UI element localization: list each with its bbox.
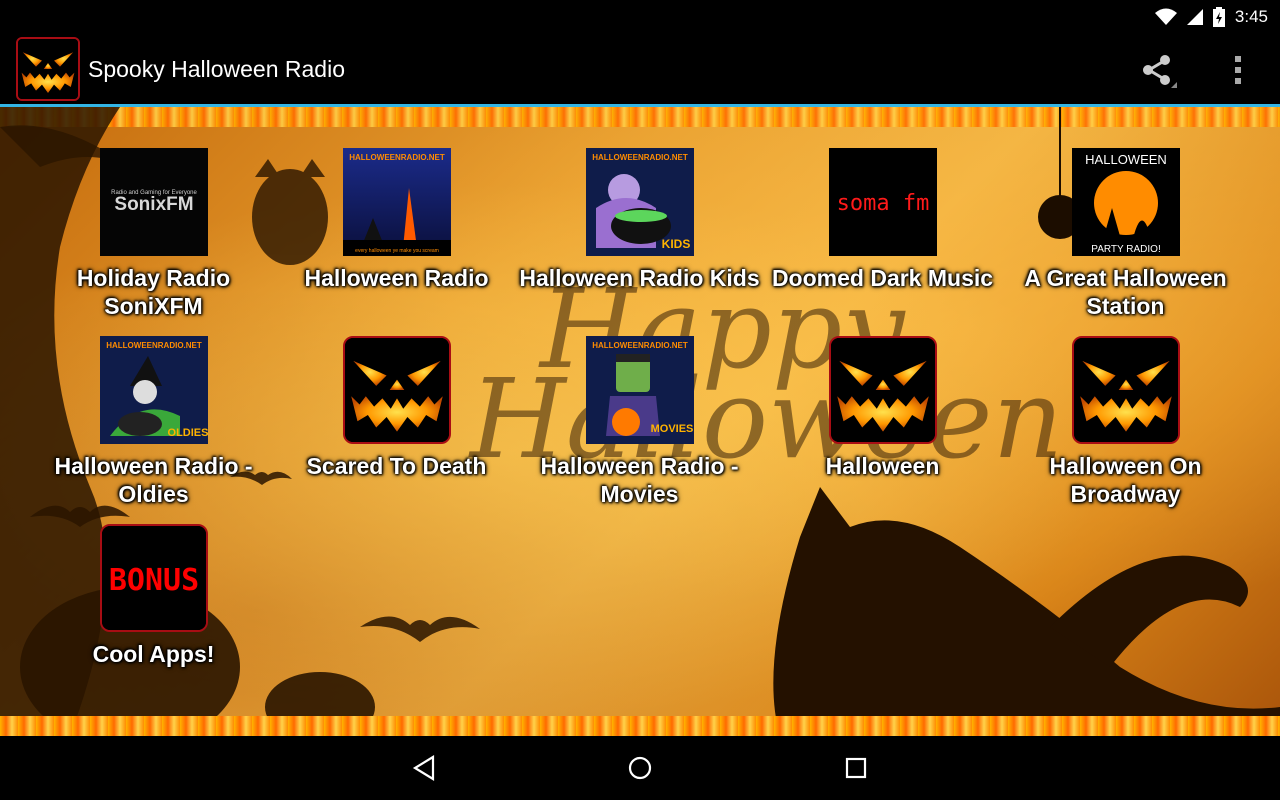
app-title: Spooky Halloween Radio bbox=[88, 55, 345, 82]
thumb-text: BONUS bbox=[108, 563, 198, 598]
share-icon bbox=[1143, 55, 1177, 88]
station-tile[interactable]: HALLOWEEN PARTY RADIO! A Great Halloween… bbox=[1004, 148, 1247, 320]
thumb-sub: MOVIES bbox=[650, 423, 693, 435]
action-bar: Spooky Halloween Radio bbox=[0, 33, 1280, 105]
station-thumbnail: HALLOWEENRADIO.NET every halloween ye ma… bbox=[342, 148, 451, 256]
jack-o-lantern-icon bbox=[18, 39, 78, 99]
station-tile[interactable]: HALLOWEENRADIO.NET every halloween ye ma… bbox=[275, 148, 518, 292]
halloweenradio-kids-logo: HALLOWEENRADIO.NET KIDS bbox=[585, 148, 694, 256]
somafm-logo: soma fm bbox=[828, 148, 937, 256]
station-label: Halloween Radio - Movies bbox=[540, 453, 739, 507]
back-icon bbox=[412, 755, 435, 781]
station-thumbnail bbox=[828, 336, 937, 444]
navigation-bar bbox=[0, 736, 1280, 800]
station-tile[interactable]: HALLOWEENRADIO.NET MOVIES Halloween Radi… bbox=[518, 336, 761, 508]
home-button[interactable] bbox=[610, 746, 670, 790]
thumb-sub: every halloween ye make you scream bbox=[355, 248, 439, 254]
station-thumbnail: HALLOWEENRADIO.NET KIDS bbox=[585, 148, 694, 256]
status-bar: 3:45 bbox=[0, 0, 1280, 33]
cell-signal-icon bbox=[1186, 8, 1203, 25]
thumb-sub: PARTY RADIO! bbox=[1091, 244, 1160, 255]
thumb-sub: OLDIES bbox=[167, 427, 207, 439]
station-tile[interactable]: Radio and Gaming for Everyone SonixFM Ho… bbox=[32, 148, 275, 320]
station-tile[interactable]: HALLOWEENRADIO.NET KIDS Halloween Radio … bbox=[518, 148, 761, 292]
more-vert-icon bbox=[1235, 56, 1241, 84]
station-thumbnail: HALLOWEENRADIO.NET OLDIES bbox=[99, 336, 208, 444]
halloweenradio-movies-logo: HALLOWEENRADIO.NET MOVIES bbox=[585, 336, 694, 444]
station-thumbnail: soma fm bbox=[828, 148, 937, 256]
bonus-logo: BONUS bbox=[101, 526, 206, 630]
jack-o-lantern-icon bbox=[345, 338, 449, 442]
sonixfm-logo: Radio and Gaming for Everyone SonixFM bbox=[99, 148, 208, 256]
thumb-text: HALLOWEENRADIO.NET bbox=[592, 341, 688, 350]
station-thumbnail bbox=[342, 336, 451, 444]
home-icon bbox=[628, 756, 652, 780]
station-tile[interactable]: Halloween bbox=[761, 336, 1004, 480]
station-thumbnail: HALLOWEEN PARTY RADIO! bbox=[1071, 148, 1180, 256]
thumb-text: HALLOWEENRADIO.NET bbox=[349, 153, 445, 162]
station-label: A Great Halloween Station bbox=[1024, 265, 1227, 319]
clock: 3:45 bbox=[1234, 6, 1268, 26]
recents-button[interactable] bbox=[826, 746, 886, 790]
station-label: Halloween Radio Kids bbox=[519, 265, 760, 291]
share-button[interactable] bbox=[1132, 47, 1182, 93]
halloweenradio-oldies-logo: HALLOWEENRADIO.NET OLDIES bbox=[99, 336, 208, 444]
party-radio-logo: HALLOWEEN PARTY RADIO! bbox=[1071, 148, 1180, 256]
thumb-text: HALLOWEEN bbox=[1085, 152, 1167, 167]
recents-icon bbox=[845, 757, 867, 779]
station-tile[interactable]: soma fm Doomed Dark Music bbox=[761, 148, 1004, 292]
station-label: Holiday Radio SoniXFM bbox=[76, 265, 231, 319]
station-tile[interactable]: Scared To Death bbox=[275, 336, 518, 480]
station-tile[interactable]: BONUS Cool Apps! bbox=[32, 524, 275, 668]
thumb-text: soma fm bbox=[836, 191, 929, 216]
station-label: Halloween bbox=[825, 453, 940, 479]
wifi-icon bbox=[1154, 8, 1177, 25]
jack-o-lantern-icon bbox=[1074, 338, 1178, 442]
station-label: Scared To Death bbox=[306, 453, 487, 479]
station-label: Halloween Radio bbox=[304, 265, 489, 291]
station-tile[interactable]: Halloween On Broadway bbox=[1004, 336, 1247, 508]
app-icon[interactable] bbox=[16, 37, 80, 101]
battery-icon bbox=[1212, 6, 1225, 27]
station-thumbnail: BONUS bbox=[99, 524, 208, 632]
station-thumbnail: Radio and Gaming for Everyone SonixFM bbox=[99, 148, 208, 256]
jack-o-lantern-icon bbox=[831, 338, 935, 442]
overflow-menu-button[interactable] bbox=[1216, 47, 1260, 93]
thumb-sub: KIDS bbox=[661, 237, 690, 251]
station-thumbnail bbox=[1071, 336, 1180, 444]
station-label: Halloween Radio - Oldies bbox=[54, 453, 253, 507]
back-button[interactable] bbox=[394, 746, 454, 790]
station-label: Doomed Dark Music bbox=[771, 265, 994, 291]
flame-border-bottom bbox=[0, 716, 1280, 736]
thumb-text: HALLOWEENRADIO.NET bbox=[106, 341, 202, 350]
station-label: Cool Apps! bbox=[92, 641, 215, 667]
station-tile[interactable]: HALLOWEENRADIO.NET OLDIES Halloween Radi… bbox=[32, 336, 275, 508]
station-thumbnail: HALLOWEENRADIO.NET MOVIES bbox=[585, 336, 694, 444]
thumb-text: HALLOWEENRADIO.NET bbox=[592, 153, 688, 162]
station-grid: Happy Halloween Radio and Gaming for Eve… bbox=[0, 107, 1280, 736]
station-label: Halloween On Broadway bbox=[1049, 453, 1202, 507]
thumb-text: SonixFM bbox=[114, 194, 193, 215]
halloweenradio-logo: HALLOWEENRADIO.NET every halloween ye ma… bbox=[342, 148, 451, 256]
